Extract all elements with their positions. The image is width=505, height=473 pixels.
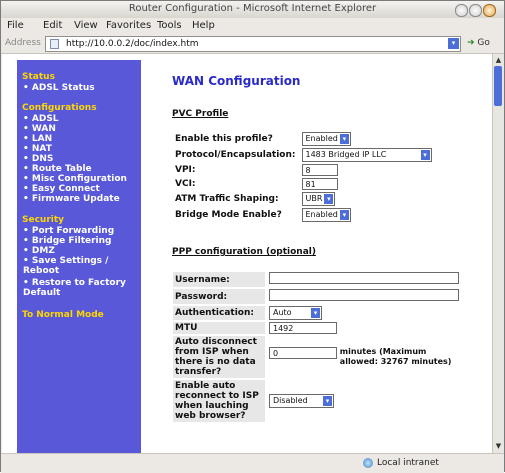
browser-window: Router Configuration - Microsoft Interne… <box>0 0 505 473</box>
authentication-label: Authentication: <box>173 306 265 320</box>
menu-bar: File Edit View Favorites Tools Help <box>1 18 504 34</box>
status-bar: Local intranet <box>1 453 504 473</box>
sidebar-item-dns[interactable]: • DNS <box>23 154 53 164</box>
bridge-mode-label: Bridge Mode Enable? <box>175 210 282 220</box>
enable-profile-label: Enable this profile? <box>175 134 273 144</box>
sidebar: Status • ADSL Status Configurations • AD… <box>17 60 136 453</box>
address-url: http://10.0.0.2/doc/index.htm <box>66 39 199 49</box>
intranet-zone-icon <box>363 458 373 468</box>
password-input[interactable] <box>269 289 459 301</box>
address-bar: Address http://10.0.0.2/doc/index.htm ▾ … <box>1 34 504 54</box>
vci-input[interactable]: 81 <box>301 178 338 190</box>
sidebar-item-adsl[interactable]: • ADSL <box>23 114 59 124</box>
menu-file[interactable]: File <box>7 20 24 31</box>
sidebar-section-configurations: Configurations <box>22 103 97 113</box>
title-bar[interactable]: Router Configuration - Microsoft Interne… <box>1 1 504 19</box>
atm-shaping-select[interactable]: UBR <box>301 192 336 206</box>
main-content: WAN Configuration PVC Profile Enable thi… <box>157 60 477 453</box>
scroll-down-icon[interactable]: ▼ <box>494 442 503 451</box>
go-arrow-icon: ➜ <box>467 38 478 48</box>
scroll-up-icon[interactable]: ▲ <box>494 56 503 65</box>
ppp-section-title: PPP configuration (optional) <box>172 247 316 257</box>
sidebar-item-nat[interactable]: • NAT <box>23 144 52 154</box>
sidebar-section-status: Status <box>22 72 55 82</box>
go-label: Go <box>477 38 490 48</box>
address-dropdown-icon[interactable]: ▾ <box>448 38 459 49</box>
sidebar-divider <box>136 60 141 453</box>
password-label: Password: <box>173 289 265 304</box>
minimize-button[interactable] <box>455 4 468 17</box>
sidebar-item-bridge-filtering[interactable]: • Bridge Filtering <box>23 236 112 246</box>
close-button[interactable] <box>483 4 496 17</box>
page-viewport: Status • ADSL Status Configurations • AD… <box>2 54 492 453</box>
sidebar-item-adsl-status[interactable]: • ADSL Status <box>23 83 95 93</box>
sidebar-section-security: Security <box>22 215 65 225</box>
authentication-select[interactable]: Auto <box>269 306 322 320</box>
auto-disconnect-hint: minutes (Maximum allowed: 32767 minutes) <box>339 347 452 366</box>
security-zone-label: Local intranet <box>377 458 439 468</box>
menu-favorites[interactable]: Favorites <box>106 20 151 31</box>
vci-label: VCI: <box>175 179 196 189</box>
menu-edit[interactable]: Edit <box>43 20 62 31</box>
sidebar-item-wan[interactable]: • WAN <box>23 124 56 134</box>
window-title: Router Configuration - Microsoft Interne… <box>128 3 377 14</box>
sidebar-item-misc-configuration[interactable]: • Misc Configuration <box>23 174 127 184</box>
sidebar-item-restore-factory[interactable]: • Restore to Factory Default <box>23 278 133 298</box>
enable-profile-select[interactable]: Enabled <box>301 132 351 146</box>
address-input[interactable]: http://10.0.0.2/doc/index.htm ▾ <box>45 36 461 52</box>
sidebar-item-save-reboot[interactable]: • Save Settings / Reboot <box>23 256 133 276</box>
menu-view[interactable]: View <box>74 20 98 31</box>
pvc-section-title: PVC Profile <box>172 109 229 119</box>
auto-reconnect-label: Enable auto reconnect to ISP when lauchi… <box>173 380 265 422</box>
protocol-label: Protocol/Encapsulation: <box>175 150 296 160</box>
username-label: Username: <box>173 272 265 287</box>
scroll-thumb[interactable] <box>494 66 502 106</box>
sidebar-normal-mode-link[interactable]: To Normal Mode <box>22 310 104 320</box>
vpi-label: VPI: <box>175 165 196 175</box>
auto-reconnect-select[interactable]: Disabled <box>269 394 334 408</box>
address-label: Address <box>5 38 41 48</box>
maximize-button[interactable] <box>469 4 482 17</box>
username-input[interactable] <box>269 272 459 284</box>
sidebar-item-port-forwarding[interactable]: • Port Forwarding <box>23 226 114 236</box>
sidebar-item-firmware-update[interactable]: • Firmware Update <box>23 194 120 204</box>
sidebar-item-lan[interactable]: • LAN <box>23 134 52 144</box>
page-icon <box>50 39 59 49</box>
vertical-scrollbar[interactable]: ▲ ▼ <box>492 54 504 453</box>
menu-help[interactable]: Help <box>192 20 215 31</box>
atm-shaping-label: ATM Traffic Shaping: <box>175 194 279 204</box>
bridge-mode-select[interactable]: Enabled <box>301 208 351 222</box>
auto-disconnect-input[interactable]: 0 <box>269 347 337 359</box>
mtu-label: MTU <box>173 322 265 334</box>
go-button[interactable]: ➜ Go <box>467 38 490 48</box>
sidebar-item-easy-connect[interactable]: • Easy Connect <box>23 184 100 194</box>
menu-tools[interactable]: Tools <box>157 20 182 31</box>
pvc-form: Enable this profile? Enabled Protocol/En… <box>171 130 436 224</box>
auto-disconnect-label: Auto disconnect from ISP when there is n… <box>173 336 265 378</box>
ppp-form: Username: Password: Authentication: Auto… <box>171 270 463 424</box>
sidebar-item-dmz[interactable]: • DMZ <box>23 246 55 256</box>
sidebar-item-route-table[interactable]: • Route Table <box>23 164 92 174</box>
protocol-select[interactable]: 1483 Bridged IP LLC <box>301 148 432 162</box>
page-title: WAN Configuration <box>172 74 301 88</box>
vpi-input[interactable]: 8 <box>301 164 338 176</box>
mtu-input[interactable]: 1492 <box>269 322 337 334</box>
